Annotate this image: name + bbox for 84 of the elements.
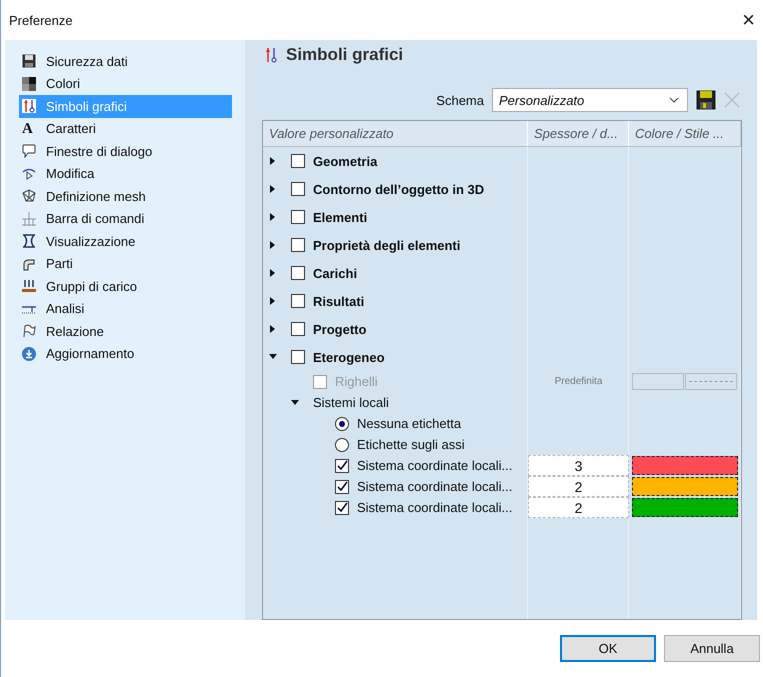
tree-item-label: Contorno dell’oggetto in 3D	[313, 182, 484, 196]
sidebar-item[interactable]: Modifica	[19, 162, 232, 185]
hourglass-icon	[22, 234, 36, 248]
sidebar-item[interactable]: Aggiornamento	[19, 342, 232, 365]
checkbox[interactable]	[291, 294, 305, 308]
checkbox[interactable]	[335, 458, 349, 472]
sidebar-item[interactable]: Relazione	[19, 320, 232, 342]
expand-arrow-icon[interactable]	[269, 241, 277, 249]
tree-item-label: Sistema coordinate locali...	[357, 479, 512, 494]
checkbox[interactable]	[291, 322, 305, 336]
pins-icon	[264, 47, 278, 63]
tree-item-label: Sistemi locali	[313, 395, 389, 410]
floppy-icon	[22, 54, 36, 68]
color-swatch	[632, 373, 684, 390]
tree-item-label: Righelli	[335, 374, 378, 389]
column-header[interactable]: Colore / Stile ...	[629, 121, 741, 146]
squares-icon	[22, 76, 36, 91]
thickness-field[interactable]: 2	[528, 497, 629, 518]
tree-item-label: Proprietà degli elementi	[313, 238, 460, 252]
pins-icon	[22, 99, 36, 114]
sidebar-item[interactable]: Sicurezza dati	[19, 50, 232, 72]
expand-arrow-icon[interactable]	[269, 213, 277, 221]
expand-arrow-icon[interactable]	[269, 185, 277, 193]
checkbox[interactable]	[291, 154, 305, 168]
sidebar-item[interactable]: Colori	[19, 72, 232, 95]
page-title: Simboli grafici	[286, 45, 404, 65]
download-icon	[22, 346, 36, 361]
expand-arrow-icon[interactable]	[269, 325, 277, 333]
tree-item-label: Carichi	[313, 266, 358, 280]
checkbox[interactable]	[291, 210, 305, 224]
sidebar-item[interactable]: Definizione mesh	[19, 185, 232, 208]
tree-item-label: Sistema coordinate locali...	[357, 458, 512, 473]
thickness-field[interactable]: 3	[528, 455, 629, 476]
checkbox[interactable]	[291, 350, 305, 364]
part-icon	[22, 256, 36, 271]
window-title: Preferenze	[9, 12, 73, 28]
letter-icon: A	[22, 122, 33, 136]
save-icon[interactable]	[696, 90, 716, 110]
tree-item-label: Risultati	[313, 294, 364, 308]
close-button[interactable]: ×	[742, 7, 755, 33]
color-swatch[interactable]	[632, 477, 738, 496]
load-icon	[22, 279, 36, 294]
tree-item-label: Geometria	[313, 154, 378, 168]
sidebar-item[interactable]: Visualizzazione	[19, 230, 232, 252]
checkbox[interactable]	[291, 238, 305, 252]
expand-arrow-icon[interactable]	[269, 157, 277, 165]
tree-item-label: Sistema coordinate locali...	[357, 500, 512, 515]
column-header[interactable]: Spessore / d...	[528, 121, 629, 146]
scheme-label: Schema	[436, 92, 484, 108]
line-style-swatch	[685, 373, 737, 390]
sidebar-item[interactable]: A Caratteri	[19, 118, 232, 140]
radio-button[interactable]	[335, 416, 349, 430]
expand-arrow-icon[interactable]	[269, 269, 277, 277]
color-swatch[interactable]	[632, 498, 738, 517]
checkbox[interactable]	[335, 500, 349, 514]
column-header[interactable]: Valore personalizzato	[263, 121, 528, 146]
expand-arrow-icon[interactable]	[269, 297, 277, 305]
sidebar-item[interactable]: Parti	[19, 252, 232, 275]
checkbox[interactable]	[291, 266, 305, 280]
color-swatch[interactable]	[632, 456, 738, 475]
sidebar-item[interactable]: Finestre di dialogo	[19, 140, 232, 162]
mesh-icon	[22, 189, 36, 204]
flag-icon	[22, 324, 36, 338]
dialog-button[interactable]: Annulla	[664, 635, 760, 662]
checkbox[interactable]	[335, 480, 349, 494]
dialog-button[interactable]: OK	[560, 635, 656, 662]
sidebar-item[interactable]: Barra di comandi	[19, 208, 232, 230]
chevron-icon	[669, 97, 679, 103]
tree-item-label: Nessuna etichetta	[357, 416, 462, 431]
tree-item-label: Etichette sugli assi	[357, 437, 465, 452]
speech-bubble-icon	[22, 144, 36, 158]
sidebar-item[interactable]: Gruppi di carico	[19, 275, 232, 298]
tree-item-label: Eterogeneo	[313, 350, 385, 364]
radio-button[interactable]	[335, 438, 349, 452]
arc-icon	[22, 166, 36, 181]
checkbox[interactable]	[291, 182, 305, 196]
tree-item-label: Progetto	[313, 322, 366, 336]
sidebar-item[interactable]: Analisi	[19, 298, 232, 320]
scheme-dropdown[interactable]: Personalizzato	[492, 88, 688, 112]
tree-item-label: Elementi	[313, 210, 368, 224]
thickness-field[interactable]: 2	[528, 476, 629, 497]
collapse-arrow-icon[interactable]	[269, 353, 277, 361]
toolbar-grid-icon	[22, 212, 36, 226]
collapse-arrow-icon[interactable]	[291, 398, 299, 406]
